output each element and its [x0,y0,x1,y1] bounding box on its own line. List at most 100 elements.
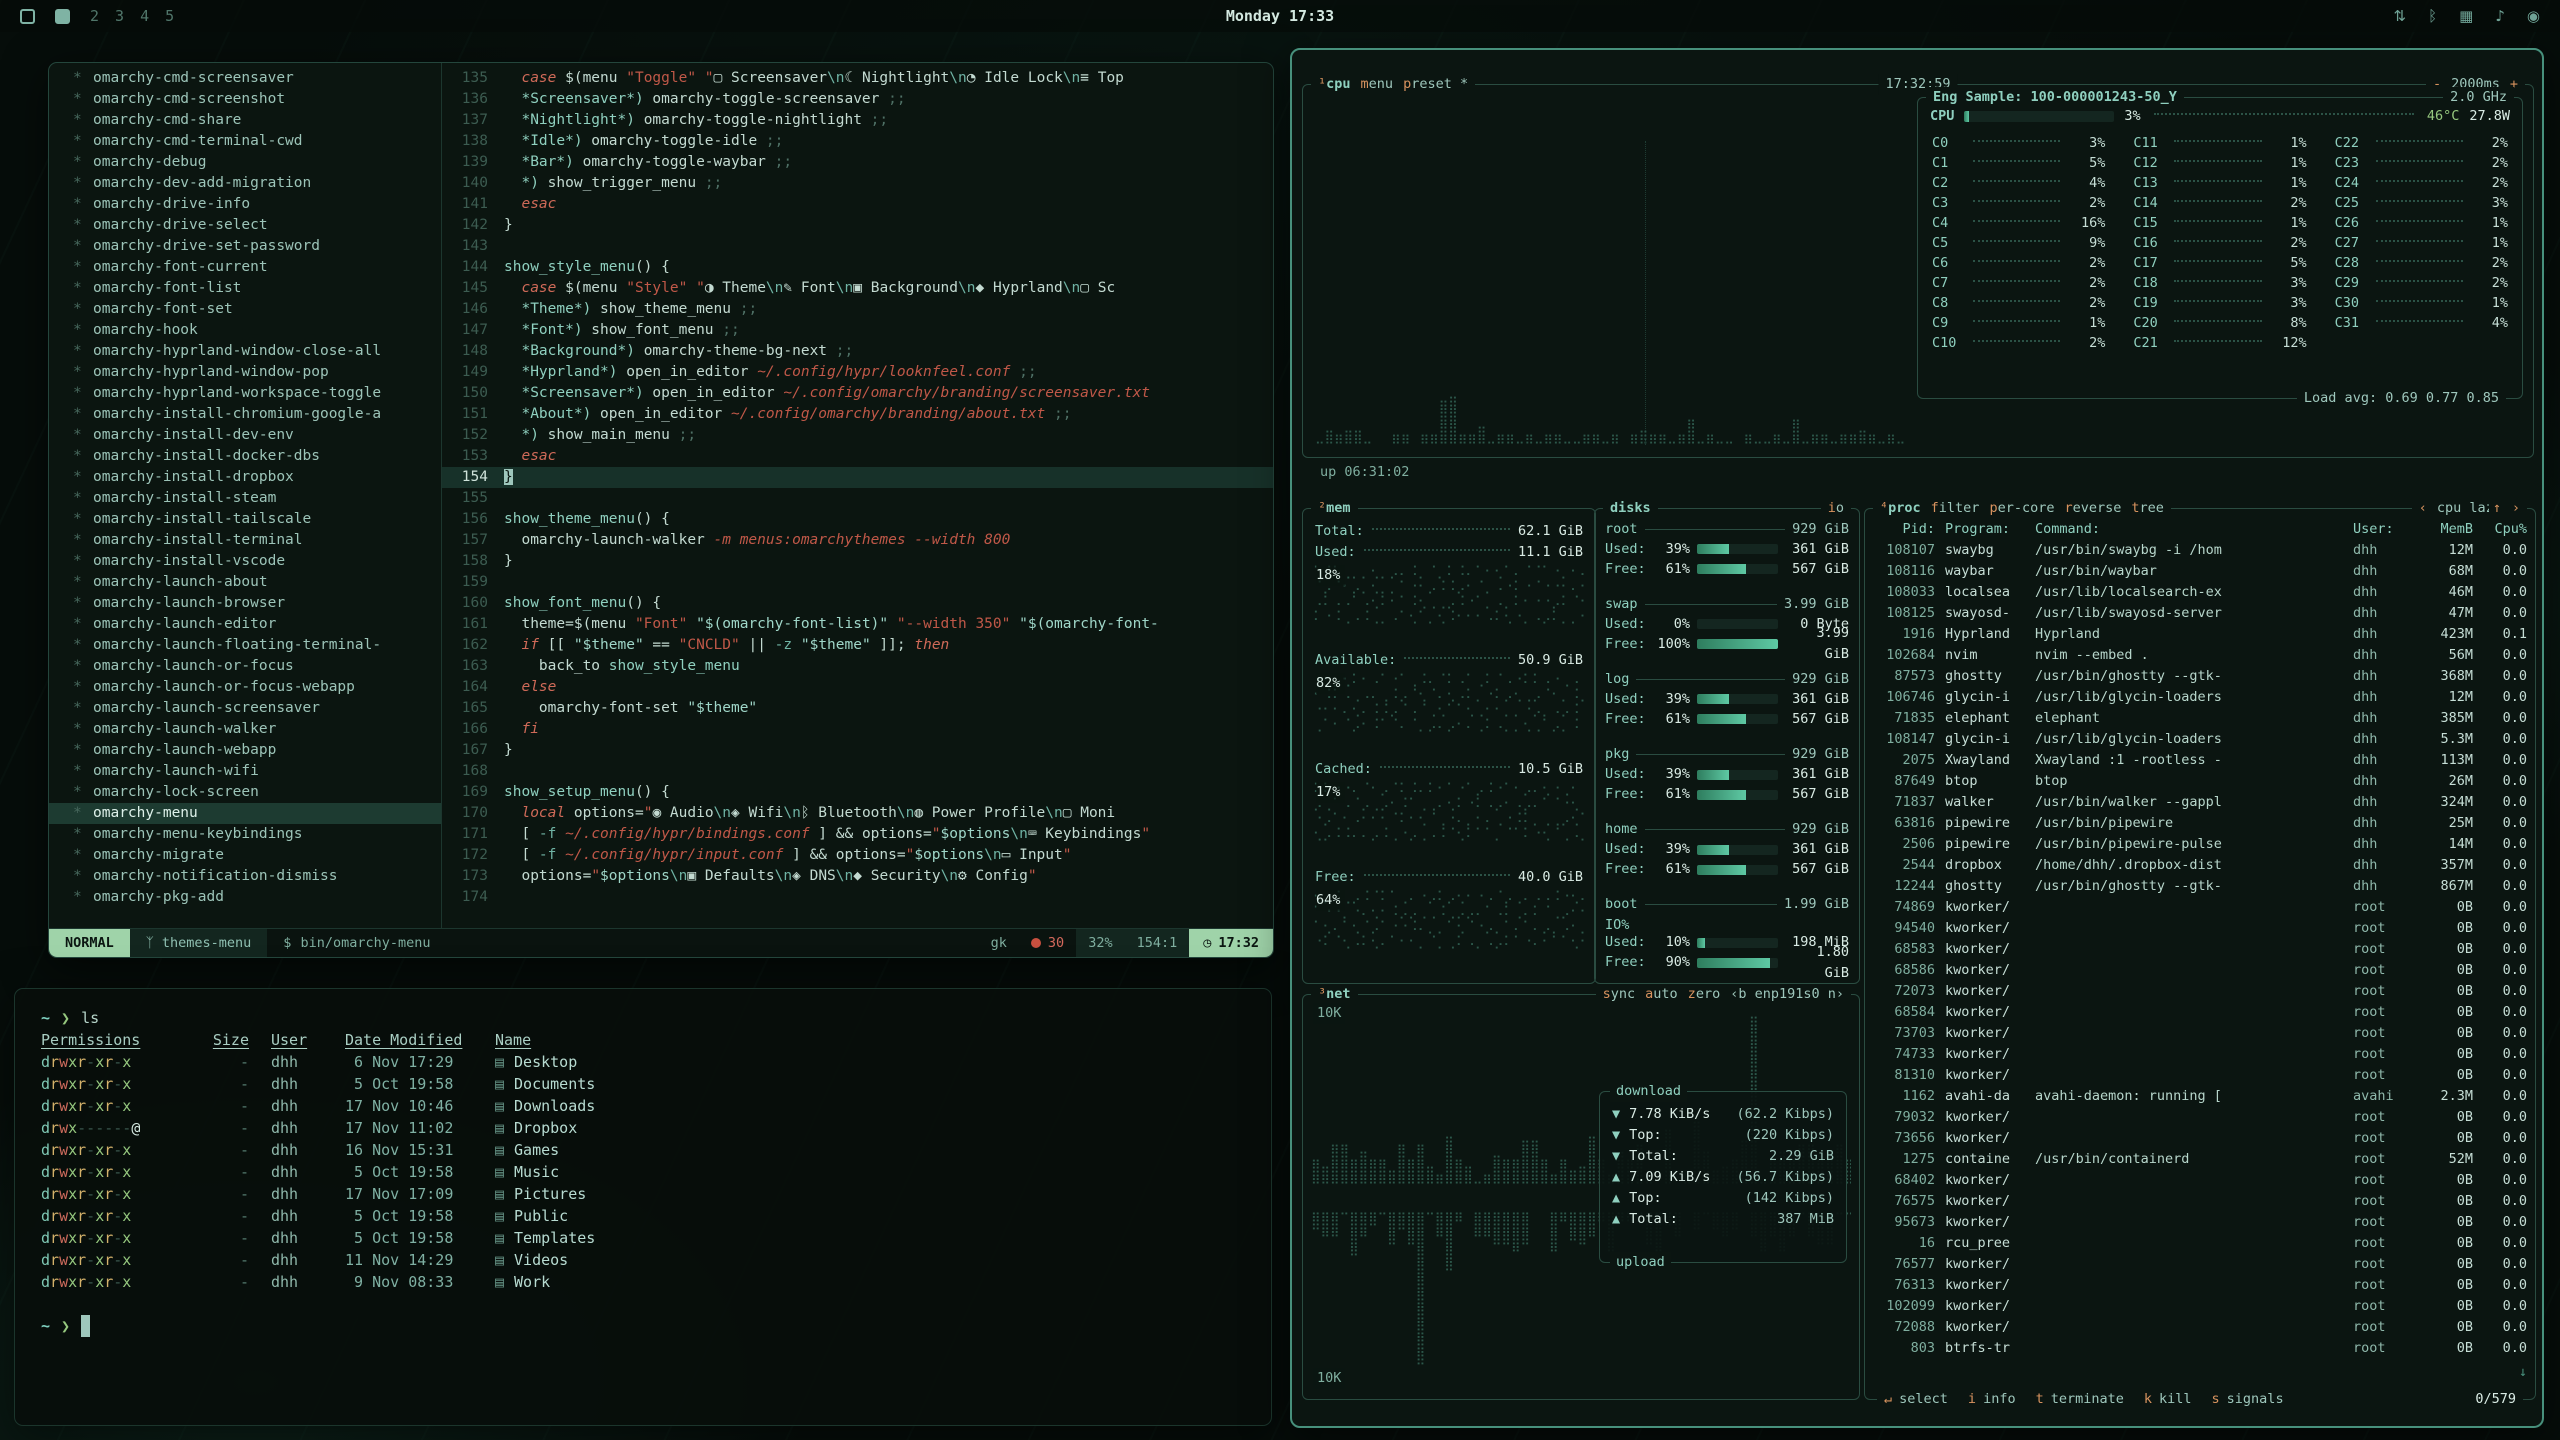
net-btn-sync[interactable]: sync [1603,984,1636,1005]
file-item[interactable]: *omarchy-launch-screensaver [49,698,441,719]
process-row[interactable]: 108107swaybg/usr/bin/swaybg -i /homdhh12… [1875,540,2527,561]
process-row[interactable]: 73656kworker/root0B0.0 [1875,1128,2527,1149]
file-item[interactable]: *omarchy-install-dropbox [49,467,441,488]
file-item[interactable]: *omarchy-lock-screen [49,782,441,803]
tray-icon-3[interactable]: ♪ [2495,7,2505,25]
process-row[interactable]: 12244ghostty/usr/bin/ghostty --gtk-dhh86… [1875,876,2527,897]
process-row[interactable]: 81310kworker/root0B0.0 [1875,1065,2527,1086]
workspace-2[interactable]: 2 [90,7,99,25]
file-item[interactable]: *omarchy-cmd-terminal-cwd [49,131,441,152]
file-item[interactable]: *omarchy-debug [49,152,441,173]
process-row[interactable]: 2544dropbox/home/dhh/.dropbox-distdhh357… [1875,855,2527,876]
process-row[interactable]: 79032kworker/root0B0.0 [1875,1107,2527,1128]
io-toggle[interactable]: io [1821,498,1851,519]
scroll-up-icon[interactable]: ↑ [2489,498,2505,519]
file-item[interactable]: *omarchy-launch-or-focus-webapp [49,677,441,698]
process-row[interactable]: 2506pipewire/usr/bin/pipewire-pulsedhh14… [1875,834,2527,855]
process-row[interactable]: 68583kworker/root0B0.0 [1875,939,2527,960]
process-row[interactable]: 87649btopbtopdhh26M0.0 [1875,771,2527,792]
process-row[interactable]: 72073kworker/root0B0.0 [1875,981,2527,1002]
file-item[interactable]: *omarchy-drive-set-password [49,236,441,257]
process-row[interactable]: 108033localsea/usr/lib/localsearch-exdhh… [1875,582,2527,603]
file-item[interactable]: *omarchy-drive-info [49,194,441,215]
workspace-3[interactable]: 3 [115,7,124,25]
proc-mode-selector[interactable]: ‹ cpu lazy › [2412,498,2527,519]
preset-button[interactable]: preset * [1403,74,1468,95]
file-item[interactable]: *omarchy-launch-wifi [49,761,441,782]
process-row[interactable]: 16rcu_preeroot0B0.0 [1875,1233,2527,1254]
file-item[interactable]: *omarchy-launch-about [49,572,441,593]
proc-footer-signals[interactable]: ssignals [2212,1389,2284,1410]
process-row[interactable]: 87573ghostty/usr/bin/ghostty --gtk-dhh36… [1875,666,2527,687]
file-item[interactable]: *omarchy-install-vscode [49,551,441,572]
process-row[interactable]: 74733kworker/root0B0.0 [1875,1044,2527,1065]
file-item[interactable]: *omarchy-install-dev-env [49,425,441,446]
code-buffer[interactable]: 135 case $(menu "Toggle" "▢ Screensaver\… [442,63,1273,928]
process-row[interactable]: 108147glycin-i/usr/lib/glycin-loadersdhh… [1875,729,2527,750]
process-row[interactable]: 68584kworker/root0B0.0 [1875,1002,2527,1023]
process-row[interactable]: 72088kworker/root0B0.0 [1875,1317,2527,1338]
process-row[interactable]: 1162avahi-daavahi-daemon: running [avahi… [1875,1086,2527,1107]
file-item[interactable]: *omarchy-cmd-screensaver [49,68,441,89]
file-item[interactable]: *omarchy-font-current [49,257,441,278]
file-item[interactable]: *omarchy-menu [49,803,441,824]
workspace-1-app-icon[interactable] [20,9,35,24]
file-item[interactable]: *omarchy-menu-keybindings [49,824,441,845]
proc-footer-select[interactable]: ↵select [1884,1389,1948,1410]
interval-minus-button[interactable]: - [2433,74,2441,95]
process-row[interactable]: 76575kworker/root0B0.0 [1875,1191,2527,1212]
terminal-window[interactable]: ~ ❯ ls PermissionsSizeUserDate ModifiedN… [14,988,1272,1426]
file-item[interactable]: *omarchy-dev-add-migration [49,173,441,194]
file-item[interactable]: *omarchy-install-docker-dbs [49,446,441,467]
process-row[interactable]: 102099kworker/root0B0.0 [1875,1296,2527,1317]
process-row[interactable]: 74869kworker/root0B0.0 [1875,897,2527,918]
interface-selector[interactable]: ‹b enp191s0 n› [1730,984,1844,1005]
file-item[interactable]: *omarchy-cmd-share [49,110,441,131]
workspace-5[interactable]: 5 [165,7,174,25]
file-item[interactable]: *omarchy-install-steam [49,488,441,509]
file-item[interactable]: *omarchy-install-chromium-google-a [49,404,441,425]
file-item[interactable]: *omarchy-notification-dismiss [49,866,441,887]
file-item[interactable]: *omarchy-hyprland-workspace-toggle [49,383,441,404]
process-row[interactable]: 2075XwaylandXwayland :1 -rootless -dhh11… [1875,750,2527,771]
file-item[interactable]: *omarchy-migrate [49,845,441,866]
file-item[interactable]: *omarchy-pkg-add [49,887,441,908]
process-row[interactable]: 76313kworker/root0B0.0 [1875,1275,2527,1296]
proc-footer-info[interactable]: iinfo [1968,1389,2016,1410]
process-row[interactable]: 1916HyprlandHyprlanddhh423M0.1 [1875,624,2527,645]
file-item[interactable]: *omarchy-font-set [49,299,441,320]
process-row[interactable]: 108116waybar/usr/bin/waybardhh68M0.0 [1875,561,2527,582]
workspace-numbers[interactable]: 2345 [90,7,190,25]
proc-footer-terminate[interactable]: tterminate [2036,1389,2124,1410]
scroll-down-icon[interactable]: ↓ [2519,1362,2527,1383]
proc-btn-filter[interactable]: filter [1931,498,1980,519]
file-item[interactable]: *omarchy-font-list [49,278,441,299]
prompt-line-2[interactable]: ~ ❯ [41,1315,1245,1337]
process-table-header[interactable]: Pid:Program:Command:User:MemBCpu% [1875,519,2527,540]
tray-icon-1[interactable]: ᛒ [2428,7,2437,25]
process-row[interactable]: 102684nvimnvim --embed .dhh56M0.0 [1875,645,2527,666]
mode-next-icon[interactable]: › [2512,498,2520,519]
file-item[interactable]: *omarchy-drive-select [49,215,441,236]
process-row[interactable]: 71837walker/usr/bin/walker --gappldhh324… [1875,792,2527,813]
file-item[interactable]: *omarchy-launch-or-focus [49,656,441,677]
file-item[interactable]: *omarchy-hook [49,320,441,341]
process-row[interactable]: 1275containe/usr/bin/containerdroot52M0.… [1875,1149,2527,1170]
tray-icon-4[interactable]: ◉ [2527,7,2540,25]
tray-icon-0[interactable]: ⇅ [2394,7,2407,25]
process-row[interactable]: 71835elephantelephantdhh385M0.0 [1875,708,2527,729]
tray-icon-2[interactable]: ▦ [2459,7,2473,25]
proc-btn-reverse[interactable]: reverse [2064,498,2121,519]
process-row[interactable]: 63816pipewire/usr/bin/pipewiredhh25M0.0 [1875,813,2527,834]
process-row[interactable]: 68586kworker/root0B0.0 [1875,960,2527,981]
process-row[interactable]: 68402kworker/root0B0.0 [1875,1170,2527,1191]
file-item[interactable]: *omarchy-launch-webapp [49,740,441,761]
file-item[interactable]: *omarchy-install-tailscale [49,509,441,530]
file-item[interactable]: *omarchy-launch-walker [49,719,441,740]
net-btn-zero[interactable]: zero [1688,984,1721,1005]
menu-button[interactable]: menu [1361,74,1394,95]
process-row[interactable]: 95673kworker/root0B0.0 [1875,1212,2527,1233]
file-item[interactable]: *omarchy-hyprland-window-pop [49,362,441,383]
file-item[interactable]: *omarchy-cmd-screenshot [49,89,441,110]
proc-btn-per-core[interactable]: per-core [1989,498,2054,519]
